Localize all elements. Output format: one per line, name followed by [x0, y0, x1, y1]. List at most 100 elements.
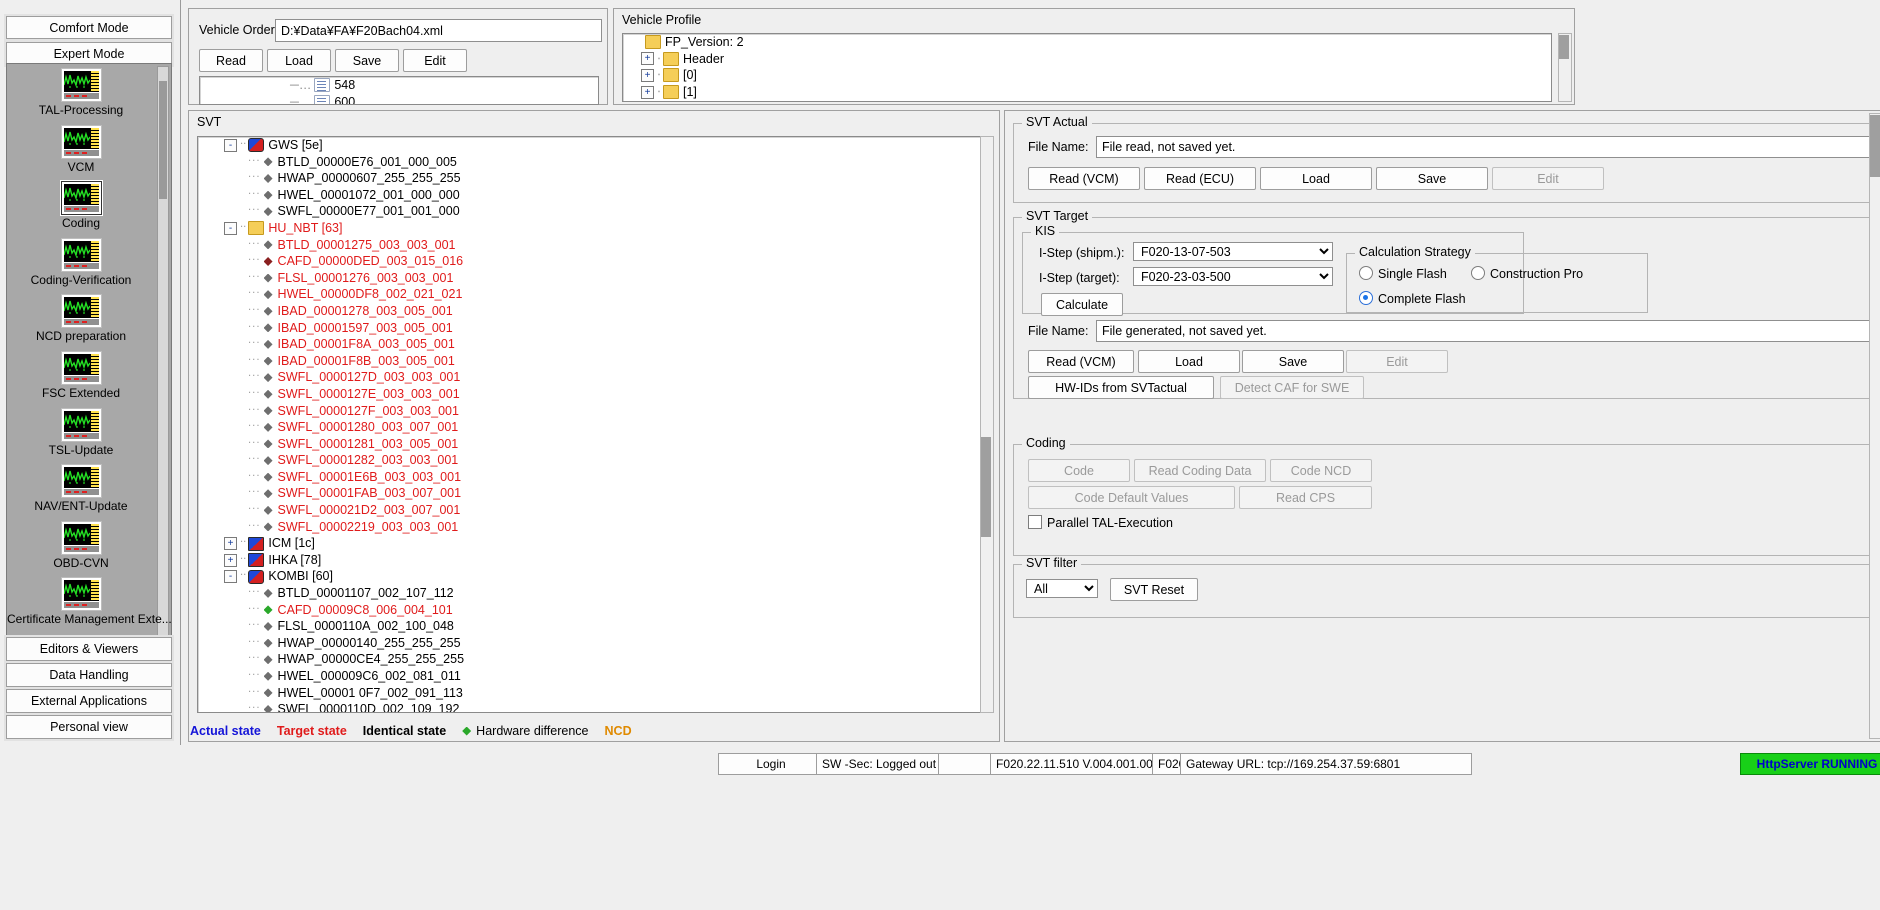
svt-actual-filename-input[interactable]: File read, not saved yet.: [1096, 136, 1873, 158]
vehicle-order-tree[interactable]: ─… 548 ─… 600: [199, 76, 599, 105]
svt-tree-item[interactable]: ‧‧‧ IBAD_00001278_003_005_001: [198, 303, 983, 320]
svt-reset-button[interactable]: SVT Reset: [1110, 578, 1198, 601]
svt-tree-item[interactable]: ‧‧‧ HWAP_00000607_255_255_255: [198, 170, 983, 187]
svt-tree-item[interactable]: ‧‧‧ IBAD_00001F8A_003_005_001: [198, 336, 983, 353]
vo-load-button[interactable]: Load: [267, 49, 331, 72]
scroll-thumb[interactable]: [1559, 35, 1569, 59]
calculate-button[interactable]: Calculate: [1041, 293, 1123, 316]
construction-pro-radio[interactable]: Construction Pro: [1471, 266, 1583, 281]
svt-tree-item[interactable]: ‧‧‧ BTLD_00001107_002_107_112: [198, 585, 983, 602]
svt-actual-save-button[interactable]: Save: [1376, 167, 1488, 190]
parallel-tal-execution-checkbox[interactable]: Parallel TAL-Execution: [1028, 515, 1173, 530]
module-icon-coding-verification[interactable]: Coding-Verification: [7, 237, 155, 287]
svt-tree-item[interactable]: ‧‧‧ SWFL_0000127E_003_003_001: [198, 386, 983, 403]
tree-expander-icon[interactable]: +: [224, 537, 237, 551]
svt-actual-edit-button[interactable]: Edit: [1492, 167, 1604, 190]
tree-expander-icon[interactable]: -: [224, 138, 237, 152]
svt-tree-item[interactable]: ‧‧‧ SWFL_00002219_003_003_001: [198, 519, 983, 536]
right-panel-scrollbar[interactable]: [1869, 113, 1880, 739]
nav-button-external-applications[interactable]: External Applications: [6, 689, 172, 713]
tree-expander-icon[interactable]: +: [641, 52, 654, 66]
svt-target-save-button[interactable]: Save: [1242, 350, 1344, 373]
svt-target-filename-input[interactable]: File generated, not saved yet.: [1096, 320, 1873, 342]
svt-tree-item[interactable]: ‧‧‧ SWFL_000021D2_003_007_001: [198, 502, 983, 519]
svt-tree-item[interactable]: ‧‧‧ HWAP_00000140_255_255_255: [198, 635, 983, 652]
tree-expander-icon[interactable]: -: [224, 570, 237, 584]
expert-mode-button[interactable]: Expert Mode: [6, 42, 172, 65]
login-status[interactable]: Login: [718, 753, 824, 775]
svt-tree-item[interactable]: - ‧‧ KOMBI [60]: [198, 568, 983, 585]
module-list-scroll-thumb[interactable]: [159, 81, 167, 199]
read-cps-button[interactable]: Read CPS: [1239, 486, 1372, 509]
istep-target-select[interactable]: F020-23-03-500: [1133, 267, 1333, 286]
tree-expander-icon[interactable]: +: [641, 85, 654, 99]
vehicle-profile-tree-item[interactable]: + ‧ Header: [623, 51, 1551, 68]
module-icon-ncd-preparation[interactable]: NCD preparation: [7, 294, 155, 343]
module-icon-fsc-extended[interactable]: FSC Extended: [7, 351, 155, 400]
svt-tree[interactable]: - ‧‧ GWS [5e] ‧‧‧ BTLD_00000E76_001_000_005 ‧…: [197, 136, 984, 713]
svt-tree-item[interactable]: ‧‧‧ BTLD_00000E76_001_000_005: [198, 154, 983, 171]
module-icon-tal-processing[interactable]: TAL-Processing: [7, 68, 155, 117]
svt-target-load-button[interactable]: Load: [1138, 350, 1240, 373]
istep-shipm-select[interactable]: F020-13-07-503: [1133, 242, 1333, 261]
svt-tree-item[interactable]: ‧‧‧ HWEL_00000DF8_002_021_021: [198, 286, 983, 303]
svt-tree-item[interactable]: ‧‧‧ HWEL_000009C6_002_081_011: [198, 668, 983, 685]
scroll-thumb[interactable]: [981, 437, 991, 537]
tree-expander-icon[interactable]: +: [641, 68, 654, 82]
svt-tree-item[interactable]: ‧‧‧ IBAD_00001597_003_005_001: [198, 320, 983, 337]
svt-actual-load-button[interactable]: Load: [1260, 167, 1372, 190]
nav-button-data-handling[interactable]: Data Handling: [6, 663, 172, 687]
module-icon-nav-ent-update[interactable]: NAV/ENT-Update: [7, 464, 155, 513]
vehicle-order-path-input[interactable]: D:¥Data¥FA¥F20Bach04.xml: [275, 19, 602, 42]
read-coding-data-button[interactable]: Read Coding Data: [1134, 459, 1266, 482]
svt-tree-item[interactable]: ‧‧‧ CAFD_00009C8_006_004_101: [198, 602, 983, 619]
nav-button-personal-view[interactable]: Personal view: [6, 715, 172, 739]
svt-tree-item[interactable]: ‧‧‧ FLSL_0000110A_002_100_048: [198, 618, 983, 635]
svt-filter-select[interactable]: All: [1026, 579, 1098, 598]
svt-tree-item[interactable]: ‧‧‧ HWEL_00001 0F7_002_091_113: [198, 685, 983, 702]
tree-expander-icon[interactable]: -: [224, 221, 237, 235]
svt-target-edit-button[interactable]: Edit: [1346, 350, 1448, 373]
svt-tree-item[interactable]: ‧‧‧ CAFD_00000DED_003_015_016: [198, 253, 983, 270]
module-icon-coding[interactable]: Coding: [7, 181, 155, 230]
code-ncd-button[interactable]: Code NCD: [1270, 459, 1372, 482]
module-icon-list[interactable]: TAL-Processing VCM Coding Coding-Verificati…: [6, 63, 172, 640]
svt-tree-item[interactable]: ‧‧‧ IBAD_00001F8B_003_005_001: [198, 353, 983, 370]
svt-actual-read-ecu-button[interactable]: Read (ECU): [1144, 167, 1256, 190]
module-icon-certificate-management-exte[interactable]: Certificate Management Exte...: [7, 577, 171, 626]
comfort-mode-button[interactable]: Comfort Mode: [6, 16, 172, 39]
svt-tree-item[interactable]: ‧‧‧ SWFL_0000110D_002_109_192: [198, 701, 983, 712]
hw-ids-from-svtactual-button[interactable]: HW-IDs from SVTactual: [1028, 376, 1214, 399]
svt-tree-item[interactable]: ‧‧‧ SWFL_00001281_003_005_001: [198, 436, 983, 453]
svt-tree-item[interactable]: ‧‧‧ SWFL_0000127D_003_003_001: [198, 369, 983, 386]
svt-tree-item[interactable]: ‧‧‧ HWAP_00000CE4_255_255_255: [198, 651, 983, 668]
vo-read-button[interactable]: Read: [199, 49, 263, 72]
svt-tree-item[interactable]: + ‧‧ ICM [1c]: [198, 535, 983, 552]
nav-button-editors-viewers[interactable]: Editors & Viewers: [6, 637, 172, 661]
module-icon-obd-cvn[interactable]: OBD-CVN: [7, 520, 155, 570]
svt-tree-scrollbar[interactable]: [980, 136, 994, 713]
svt-tree-item[interactable]: ‧‧‧ SWFL_00001282_003_003_001: [198, 452, 983, 469]
svt-target-read-vcm-button[interactable]: Read (VCM): [1028, 350, 1134, 373]
svt-tree-item[interactable]: ‧‧‧ FLSL_00001276_003_003_001: [198, 270, 983, 287]
tree-item[interactable]: ─… 600: [200, 94, 598, 104]
vehicle-profile-tree-item[interactable]: + ‧ [0]: [623, 67, 1551, 84]
svt-tree-item[interactable]: ‧‧‧ SWFL_00001E6B_003_003_001: [198, 469, 983, 486]
vo-edit-button[interactable]: Edit: [403, 49, 467, 72]
module-list-scrollbar[interactable]: [157, 66, 169, 636]
svt-tree-item[interactable]: - ‧‧ HU_NBT [63]: [198, 220, 983, 237]
tree-item[interactable]: ─… 548: [200, 77, 598, 94]
svt-tree-item[interactable]: + ‧‧ IHKA [78]: [198, 552, 983, 569]
svt-tree-item[interactable]: ‧‧‧ SWFL_00001FAB_003_007_001: [198, 485, 983, 502]
vehicle-profile-tree[interactable]: FP_Version: 2 + ‧ Header + ‧ [0] + ‧ [1]: [622, 33, 1552, 102]
svt-actual-read-vcm-button[interactable]: Read (VCM): [1028, 167, 1140, 190]
svt-tree-item[interactable]: - ‧‧ GWS [5e]: [198, 137, 983, 154]
code-button[interactable]: Code: [1028, 459, 1130, 482]
module-icon-vcm[interactable]: VCM: [7, 124, 155, 174]
vehicle-profile-tree-item[interactable]: FP_Version: 2: [623, 34, 1551, 51]
tree-expander-icon[interactable]: +: [224, 553, 237, 567]
vehicle-profile-scrollbar[interactable]: [1558, 33, 1572, 102]
svt-tree-item[interactable]: ‧‧‧ SWFL_00000E77_001_001_000: [198, 203, 983, 220]
module-icon-tsl-update[interactable]: TSL-Update: [7, 407, 155, 457]
vehicle-profile-tree-item[interactable]: + ‧ [1]: [623, 84, 1551, 101]
